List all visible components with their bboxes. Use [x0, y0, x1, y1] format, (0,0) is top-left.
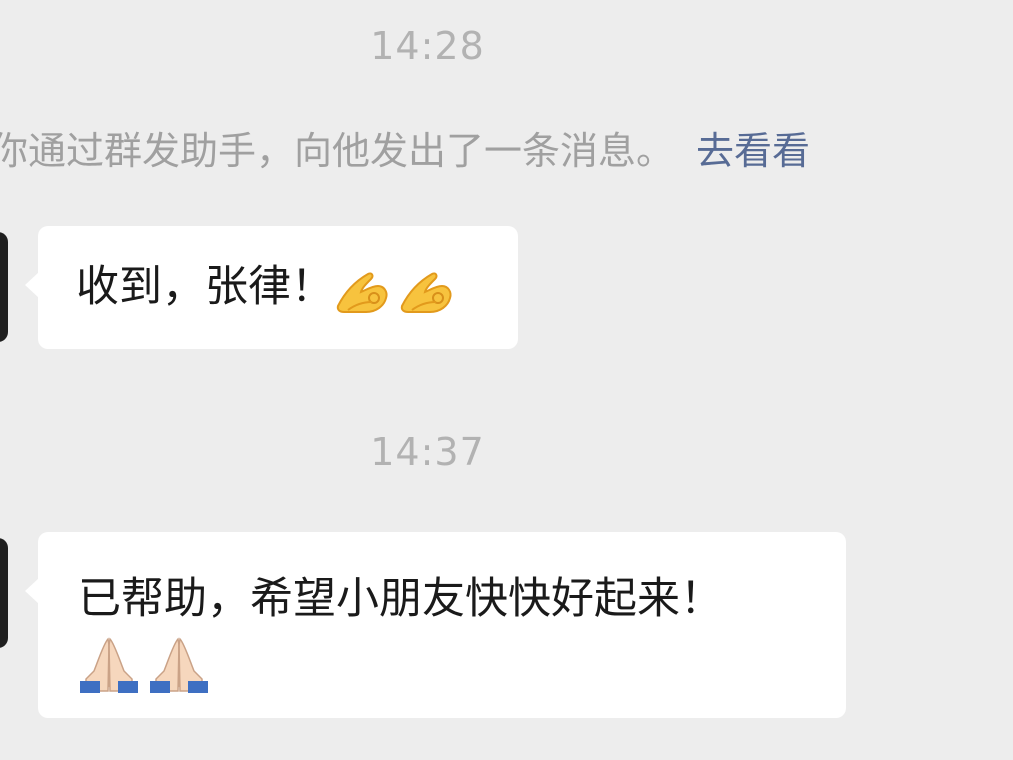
folded-hands-icon	[78, 635, 140, 693]
message-bubble[interactable]: 已帮助，希望小朋友快快好起来！	[25, 532, 846, 718]
emoji-row	[78, 630, 816, 693]
avatar[interactable]	[0, 538, 8, 648]
avatar[interactable]	[0, 232, 8, 342]
message-text: 已帮助，希望小朋友快快好起来！	[78, 574, 723, 624]
view-link[interactable]: 去看看	[696, 129, 810, 173]
ok-hand-icon	[334, 266, 390, 318]
system-notice: 你通过群发助手，向他发出了一条消息。 去看看	[0, 120, 810, 175]
emoji-row	[334, 261, 462, 318]
message-timestamp: 14:28	[370, 24, 485, 68]
message-timestamp: 14:37	[370, 430, 485, 474]
message-bubble[interactable]: 收到，张律！	[25, 226, 518, 349]
ok-hand-icon	[398, 266, 454, 318]
message-text: 收到，张律！	[76, 262, 334, 312]
system-notice-text: 你通过群发助手，向他发出了一条消息。	[0, 129, 675, 173]
folded-hands-icon	[148, 635, 210, 693]
